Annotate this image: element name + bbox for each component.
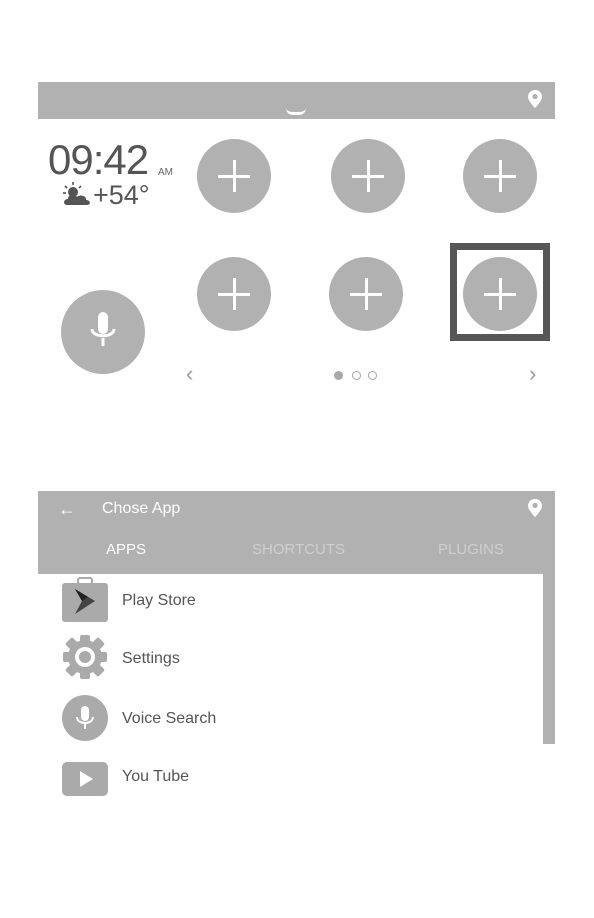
- home-top-bar: [38, 82, 555, 119]
- page-title: Chose App: [102, 500, 181, 517]
- back-arrow-icon[interactable]: ←: [58, 499, 76, 520]
- app-list-item-voice-search[interactable]: Voice Search: [38, 695, 538, 745]
- youtube-icon: [62, 762, 108, 796]
- tab-apps[interactable]: APPS: [106, 541, 146, 558]
- add-shortcut-slot-3[interactable]: [463, 139, 537, 213]
- voice-search-button[interactable]: [61, 290, 145, 374]
- clock-time: 09:42: [48, 136, 149, 183]
- plus-icon: [218, 160, 250, 192]
- add-shortcut-slot-1[interactable]: [197, 139, 271, 213]
- pager-next-button[interactable]: ›: [529, 361, 536, 387]
- add-shortcut-slot-2[interactable]: [331, 139, 405, 213]
- play-store-icon: [62, 577, 108, 622]
- pager-dot-3[interactable]: [368, 371, 377, 380]
- pager-dot-1[interactable]: [334, 371, 343, 380]
- tab-shortcuts[interactable]: SHORTCUTS: [252, 541, 345, 558]
- add-shortcut-slot-4[interactable]: [197, 257, 271, 331]
- app-label: Voice Search: [122, 710, 217, 727]
- pager-prev-button[interactable]: ‹: [186, 361, 193, 387]
- plus-icon: [352, 160, 384, 192]
- plus-icon: [484, 160, 516, 192]
- app-list-item-settings[interactable]: Settings: [38, 634, 538, 684]
- partly-cloudy-icon: [63, 182, 90, 205]
- plus-icon: [218, 278, 250, 310]
- app-list-item-youtube[interactable]: You Tube: [38, 762, 538, 802]
- drag-handle-icon[interactable]: [286, 108, 306, 115]
- plus-icon: [350, 278, 382, 310]
- highlight-box: [450, 243, 550, 341]
- add-shortcut-slot-5[interactable]: [329, 257, 403, 331]
- tab-plugins[interactable]: PLUGINS: [438, 541, 504, 558]
- location-pin-icon[interactable]: [528, 90, 542, 108]
- scrollbar[interactable]: [543, 574, 555, 744]
- settings-gear-icon: [63, 635, 107, 679]
- location-pin-icon[interactable]: [528, 499, 542, 517]
- pager-dot-2[interactable]: [352, 371, 361, 380]
- app-label: Settings: [122, 650, 180, 667]
- app-label: Play Store: [122, 592, 196, 609]
- app-label: You Tube: [122, 768, 190, 785]
- clock-ampm: AM: [158, 167, 173, 178]
- microphone-icon: [90, 312, 116, 346]
- choose-app-header: ← Chose App APPS SHORTCUTS PLUGINS: [38, 491, 555, 574]
- voice-search-icon: [62, 695, 108, 741]
- weather-temperature: +54°: [93, 180, 150, 210]
- app-list-item-play-store[interactable]: Play Store: [38, 576, 538, 626]
